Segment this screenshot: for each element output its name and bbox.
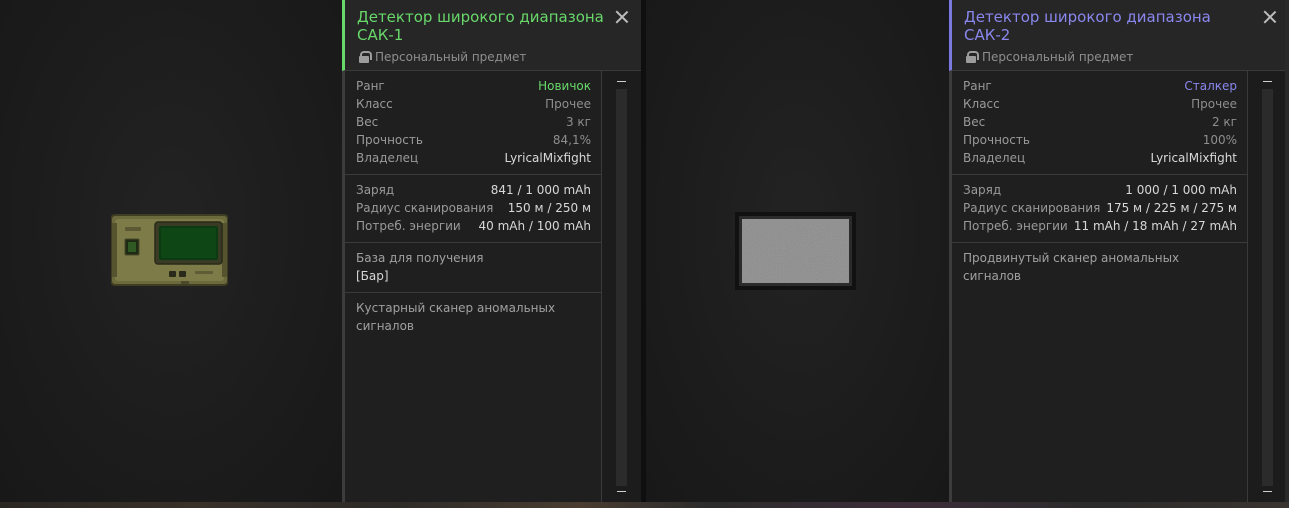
- stat-row-rank: Ранг Новичок: [356, 77, 591, 95]
- item-title-line2: САК-2: [964, 26, 1011, 44]
- stat-label: Владелец: [356, 151, 419, 165]
- scroll-down-icon[interactable]: [1263, 491, 1272, 492]
- scroll-up-icon[interactable]: [1263, 81, 1272, 82]
- specs-section: Заряд 1 000 / 1 000 mAh Радиус сканирова…: [952, 175, 1247, 243]
- item-description: Кустарный сканер аномальных сигналов: [356, 301, 556, 333]
- item-subtitle: Персональный предмет: [359, 50, 526, 64]
- stat-value: 84,1%: [552, 133, 591, 147]
- owner-value: LyricalMixfight: [1150, 151, 1237, 165]
- stat-label: Класс: [963, 97, 1000, 111]
- spec-label: Радиус сканирования: [356, 201, 494, 215]
- stats-section: Ранг Сталкер Класс Прочее Вес 2 кг Прочн…: [952, 71, 1247, 175]
- lock-icon: [966, 51, 979, 63]
- scrollbar[interactable]: [601, 71, 641, 502]
- scrollbar[interactable]: [1247, 71, 1289, 502]
- stat-label: Вес: [963, 115, 986, 129]
- spec-row-energy: Потреб. энергии 11 mAh / 18 mAh / 27 mAh: [963, 217, 1237, 235]
- spec-label: Потреб. энергии: [963, 219, 1068, 233]
- spec-row-scan-radius: Радиус сканирования 175 м / 225 м / 275 …: [963, 199, 1237, 217]
- spec-value: 175 м / 225 м / 275 м: [1106, 201, 1237, 215]
- right-edge-strip: [1285, 0, 1289, 502]
- owner-value: LyricalMixfight: [504, 151, 591, 165]
- spec-value: 1 000 / 1 000 mAh: [1125, 183, 1237, 197]
- specs-section: Заряд 841 / 1 000 mAh Радиус сканировани…: [345, 175, 601, 243]
- stat-label: Класс: [356, 97, 393, 111]
- stat-row-weight: Вес 2 кг: [963, 113, 1237, 131]
- background-strip: [0, 502, 1289, 508]
- stat-label: Ранг: [356, 79, 385, 93]
- spec-value: 150 м / 250 м: [507, 201, 591, 215]
- scroll-track[interactable]: [1262, 89, 1273, 486]
- stat-label: Владелец: [963, 151, 1026, 165]
- item-header: Детектор широкого диапазона САК-2 Персон…: [949, 0, 1289, 71]
- item-title-line1: Детектор широкого диапазона: [357, 8, 604, 26]
- stat-row-durability: Прочность 84,1%: [356, 131, 591, 149]
- rank-value: Новичок: [538, 79, 591, 93]
- stat-label: Прочность: [356, 133, 423, 147]
- base-value: [Бар]: [356, 269, 389, 283]
- spec-value: 841 / 1 000 mAh: [490, 183, 591, 197]
- description-section: Кустарный сканер аномальных сигналов: [345, 293, 601, 342]
- stat-value: Прочее: [1191, 97, 1237, 111]
- scroll-track[interactable]: [616, 89, 627, 486]
- stat-row-weight: Вес 3 кг: [356, 113, 591, 131]
- item-info: Детектор широкого диапазона САК-2 Персон…: [949, 0, 1289, 502]
- personal-item-label: Персональный предмет: [982, 50, 1134, 64]
- close-icon[interactable]: [615, 10, 629, 24]
- stat-label: Вес: [356, 115, 379, 129]
- stat-value: Прочее: [545, 97, 591, 111]
- stat-value: 100%: [1202, 133, 1237, 147]
- scroll-up-icon[interactable]: [617, 81, 626, 82]
- item-image-area: [0, 0, 342, 502]
- rank-value: Сталкер: [1184, 79, 1237, 93]
- stat-row-class: Класс Прочее: [963, 95, 1237, 113]
- lock-icon: [359, 51, 372, 63]
- stat-label: Ранг: [963, 79, 992, 93]
- base-label: База для получения: [356, 251, 484, 265]
- spec-value: 11 mAh / 18 mAh / 27 mAh: [1073, 219, 1237, 233]
- item-description: Продвинутый сканер аномальных сигналов: [963, 251, 1180, 283]
- stat-row-rank: Ранг Сталкер: [963, 77, 1237, 95]
- item-details: Ранг Новичок Класс Прочее Вес 3 кг Прочн…: [342, 71, 601, 502]
- stats-section: Ранг Новичок Класс Прочее Вес 3 кг Прочн…: [345, 71, 601, 175]
- item-title: Детектор широкого диапазона САК-2: [964, 8, 1259, 44]
- description-section: Продвинутый сканер аномальных сигналов: [952, 243, 1247, 292]
- stat-row-owner: Владелец LyricalMixfight: [963, 149, 1237, 167]
- stat-row-class: Класс Прочее: [356, 95, 591, 113]
- spec-row-charge: Заряд 841 / 1 000 mAh: [356, 181, 591, 199]
- item-title: Детектор широкого диапазона САК-1: [357, 8, 611, 44]
- item-details: Ранг Сталкер Класс Прочее Вес 2 кг Прочн…: [949, 71, 1247, 502]
- item-tooltip-sak1: Детектор широкого диапазона САК-1 Персон…: [0, 0, 641, 502]
- personal-item-label: Персональный предмет: [375, 50, 527, 64]
- spec-row-scan-radius: Радиус сканирования 150 м / 250 м: [356, 199, 591, 217]
- item-title-line1: Детектор широкого диапазона: [964, 8, 1211, 26]
- item-header: Детектор широкого диапазона САК-1 Персон…: [342, 0, 641, 71]
- spec-value: 40 mAh / 100 mAh: [478, 219, 591, 233]
- spec-label: Заряд: [356, 183, 395, 197]
- close-icon[interactable]: [1263, 10, 1277, 24]
- spec-row-energy: Потреб. энергии 40 mAh / 100 mAh: [356, 217, 591, 235]
- spec-label: Заряд: [963, 183, 1002, 197]
- item-subtitle: Персональный предмет: [966, 50, 1133, 64]
- spec-label: Радиус сканирования: [963, 201, 1101, 215]
- item-title-line2: САК-1: [357, 26, 404, 44]
- item-info: Детектор широкого диапазона САК-1 Персон…: [342, 0, 641, 502]
- stat-value: 3 кг: [565, 115, 591, 129]
- base-section: База для получения [Бар]: [345, 243, 601, 293]
- stat-row-durability: Прочность 100%: [963, 131, 1237, 149]
- stat-row-owner: Владелец LyricalMixfight: [356, 149, 591, 167]
- spec-label: Потреб. энергии: [356, 219, 461, 233]
- stat-label: Прочность: [963, 133, 1030, 147]
- spec-row-charge: Заряд 1 000 / 1 000 mAh: [963, 181, 1237, 199]
- stat-value: 2 кг: [1211, 115, 1237, 129]
- detector-sak1-image: [111, 214, 228, 286]
- scroll-down-icon[interactable]: [617, 491, 626, 492]
- detector-sak2-image-placeholder: [735, 212, 856, 290]
